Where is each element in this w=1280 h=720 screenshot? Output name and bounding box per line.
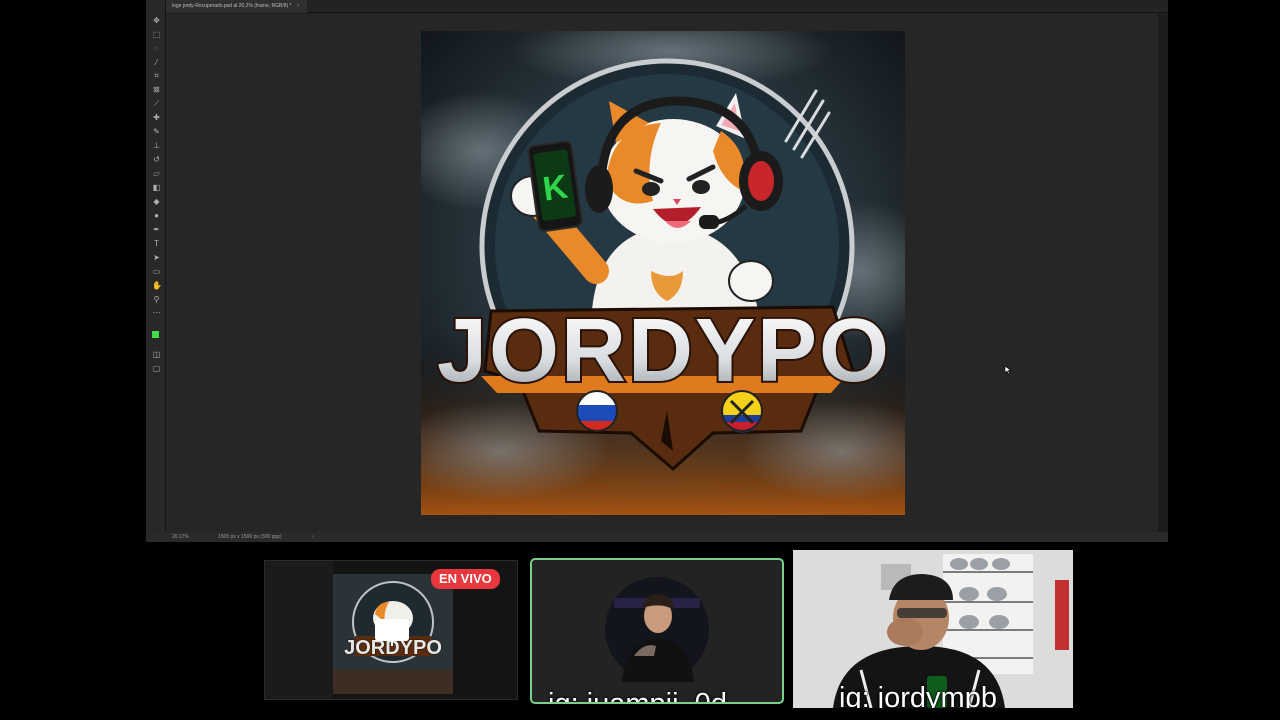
eyedropper-tool-icon[interactable]: ⟋ [152,99,161,108]
eraser-tool-icon[interactable]: ▱ [152,169,161,178]
zoom-level[interactable]: 20,17% [172,532,189,542]
more-tools-icon[interactable]: ⋯ [152,308,161,317]
document-tab-bar: logo jordy-Recuperado.psd al 20,2% (fram… [166,0,1168,13]
logo-artwork-image: K JORDYPO [421,31,905,515]
screen-share-icon [375,619,409,641]
live-badge: EN VIVO [431,569,500,589]
colombia-flag-badge [721,390,763,433]
guest-camera-tile[interactable]: ig: juampii_0d [530,558,784,704]
move-tool-icon[interactable]: ✥ [152,16,161,25]
type-tool-icon[interactable]: T [152,239,161,248]
status-bar: 20,17% 1500 px x 1500 px (300 ppp) › [146,532,1168,542]
pen-tool-icon[interactable]: ✒ [152,225,161,234]
lasso-tool-icon[interactable]: ◌ [152,44,161,53]
document-size: 1500 px x 1500 px (300 ppp) [218,534,282,540]
crop-tool-icon[interactable]: ⌗ [152,71,161,80]
frame-tool-icon[interactable]: ⊠ [152,85,161,94]
zoom-tool-icon[interactable]: ⚲ [152,295,161,304]
host-camera-tile[interactable]: ig: jordympb [793,550,1073,708]
blur-tool-icon[interactable]: ◆ [152,197,161,206]
dodge-tool-icon[interactable]: ● [152,211,161,220]
screen-mode-icon[interactable]: ▢ [152,364,161,373]
mouse-cursor-icon [1004,365,1012,375]
screen-share-icon-stand [391,641,393,646]
foreground-color-swatch[interactable] [152,331,159,338]
guest-avatar [605,577,709,682]
logo-artwork: K JORDYPO [421,31,905,515]
shape-tool-icon[interactable]: ▭ [152,267,161,276]
russia-flag-badge [576,390,618,432]
status-menu-arrow[interactable]: › [312,532,314,542]
quick-mask-icon[interactable]: ◫ [152,350,161,359]
healing-brush-tool-icon[interactable]: ✚ [152,113,161,122]
stamp-tool-icon[interactable]: ⊥ [152,141,161,150]
document-tab[interactable]: logo jordy-Recuperado.psd al 20,2% (fram… [166,0,308,13]
screen-share-tile[interactable]: JORDYPO EN VIVO [264,560,518,700]
host-instagram-caption: ig: jordympb [839,682,997,708]
hand-tool-icon[interactable]: ✋ [152,281,162,290]
shared-screen-sidebar [265,561,333,699]
brand-wordmark: JORDYPO [437,301,891,401]
brush-tool-icon[interactable]: ✎ [152,127,161,136]
panel-dock-edge [1158,14,1168,532]
path-selection-tool-icon[interactable]: ➤ [152,253,161,262]
history-brush-tool-icon[interactable]: ↺ [152,155,161,164]
magic-wand-tool-icon[interactable]: ⁄ [152,58,161,67]
marquee-tool-icon[interactable]: ⬚ [152,30,161,39]
tools-panel: ✥ ⬚ ◌ ⁄ ⌗ ⊠ ⟋ ✚ ✎ ⊥ ↺ ▱ ◧ ◆ ● ✒ T ➤ ▭ ✋ … [146,0,166,542]
guest-instagram-caption: ig: juampii_0d [548,688,727,704]
document-tab-title: logo jordy-Recuperado.psd al 20,2% (fram… [172,3,292,9]
close-tab-icon[interactable]: × [297,3,300,9]
gradient-tool-icon[interactable]: ◧ [152,183,161,192]
